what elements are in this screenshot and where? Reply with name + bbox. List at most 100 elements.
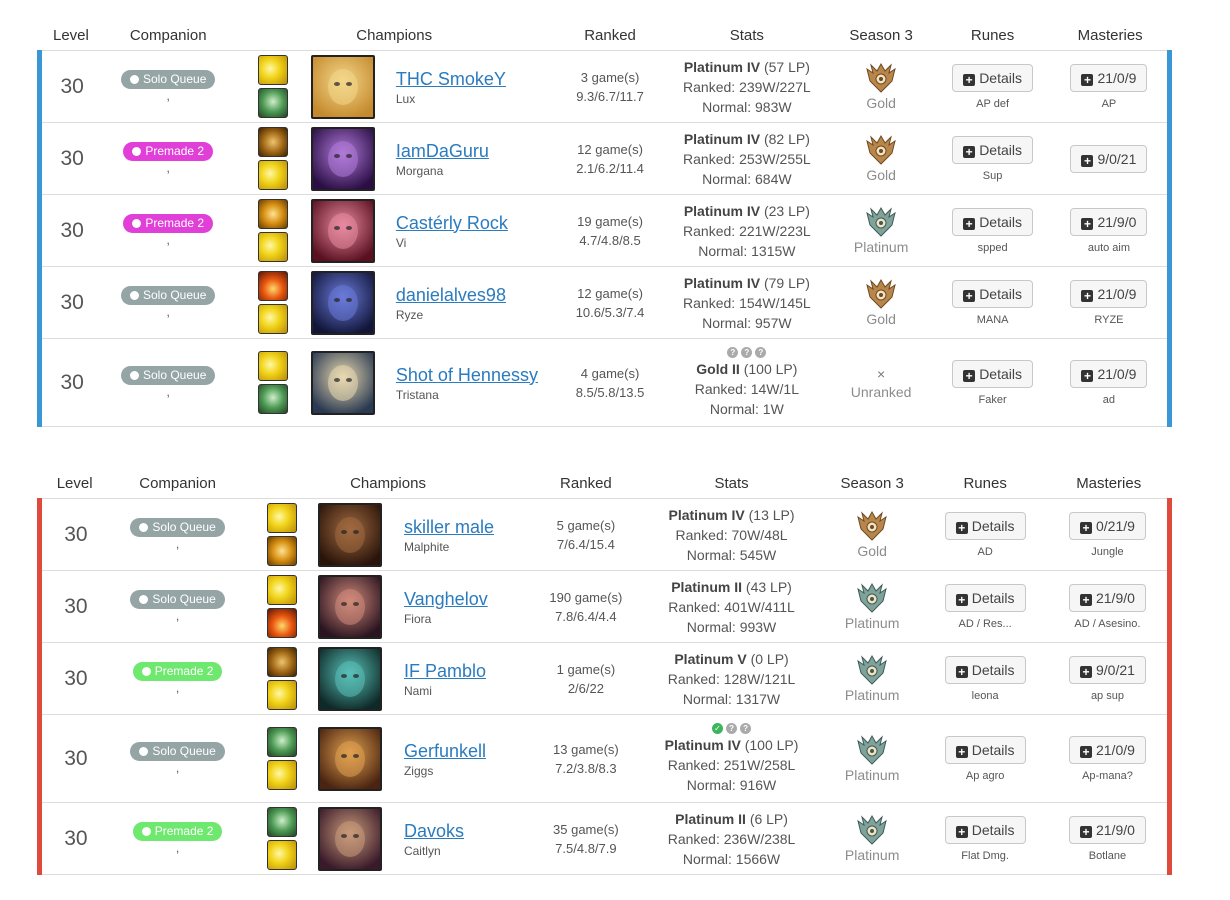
champion-portrait[interactable] (317, 502, 382, 567)
spells-cell (245, 571, 317, 643)
flash-icon[interactable] (257, 55, 288, 85)
mastery-details-button[interactable]: +21/0/9 (1068, 735, 1146, 764)
platinum-medal-icon (822, 654, 922, 685)
ignite-icon[interactable] (266, 608, 297, 638)
champion-portrait[interactable] (311, 54, 376, 119)
flash-icon[interactable] (257, 160, 288, 190)
flash-icon[interactable] (266, 680, 297, 710)
tier-name: Platinum IV (683, 130, 761, 147)
rune-details-button[interactable]: + Details (952, 135, 1033, 164)
companion-detail: , (166, 232, 170, 247)
ignite-icon[interactable] (257, 271, 288, 301)
group-icon (141, 827, 151, 836)
season-cell: Platinum (822, 571, 922, 643)
queue-label: Solo Queue (143, 72, 207, 86)
portrait-cell (317, 499, 382, 571)
champion-portrait[interactable] (311, 350, 376, 415)
flash-icon[interactable] (257, 304, 288, 334)
flash-icon[interactable] (257, 351, 288, 381)
summoner-name-link[interactable]: Davoks (404, 820, 531, 842)
ranked-cell: 5 game(s) 7/6.4/15.4 (531, 499, 641, 571)
teleport-icon[interactable] (257, 127, 288, 157)
champion-portrait[interactable] (317, 646, 382, 711)
summoner-name-link[interactable]: THC SmokeY (396, 68, 554, 90)
summoner-name-link[interactable]: IF Pamblo (404, 660, 531, 682)
mastery-details-button[interactable]: +21/9/0 (1068, 815, 1146, 844)
champion-portrait[interactable] (317, 806, 382, 871)
rune-details-button[interactable]: + Details (944, 735, 1026, 764)
rune-details-button[interactable]: + Details (944, 655, 1026, 684)
champion-portrait[interactable] (311, 198, 376, 263)
mastery-details-button[interactable]: +21/0/9 (1070, 63, 1148, 92)
champion-portrait[interactable] (311, 126, 376, 191)
companion-cell: Solo Queue, (102, 51, 234, 123)
rune-details-button[interactable]: + Details (944, 583, 1026, 612)
champion-portrait[interactable] (317, 574, 382, 639)
queue-label: Premade 2 (145, 144, 205, 158)
summoner-name-link[interactable]: danielalves98 (396, 284, 554, 306)
masteries-cell: +21/0/9 RYZE (1050, 266, 1172, 339)
rune-details-button[interactable]: + Details (952, 63, 1033, 92)
summoner-spells (245, 503, 317, 566)
rune-details-button[interactable]: + Details (944, 511, 1026, 540)
kda: 4.7/4.8/8.5 (579, 232, 641, 248)
mastery-page-name: ap sup (1090, 689, 1124, 702)
tier-name: Platinum II (675, 810, 746, 827)
summoner-name-link[interactable]: Castérly Rock (396, 212, 554, 234)
spells-cell (245, 499, 317, 571)
summoner-name-link[interactable]: Vanghelov (404, 588, 531, 610)
rune-details-button[interactable]: + Details (952, 359, 1033, 388)
rune-details-button[interactable]: + Details (952, 207, 1033, 236)
rune-page-name: AD / Res... (958, 617, 1012, 630)
mastery-build: 9/0/21 (1095, 661, 1135, 678)
flash-icon[interactable] (266, 760, 297, 790)
summoner-name-link[interactable]: IamDaGuru (396, 140, 554, 162)
rune-details-button[interactable]: + Details (944, 815, 1026, 844)
plus-icon: + (963, 289, 976, 302)
player-row: 30 Solo Queue, skiller male Malphite 5 game(… (36, 498, 1172, 571)
ghost-icon[interactable] (257, 88, 288, 118)
flash-icon[interactable] (266, 575, 297, 605)
ghost-icon[interactable] (257, 384, 288, 414)
summoner-name-link[interactable]: Shot of Hennessy (396, 364, 554, 386)
companion-cell: Premade 2, (102, 123, 234, 195)
flash-icon[interactable] (266, 503, 297, 533)
ghost-icon[interactable] (266, 727, 297, 757)
plus-icon: + (955, 521, 968, 534)
summoner-name-link[interactable]: skiller male (404, 516, 531, 538)
rune-details-button[interactable]: + Details (952, 279, 1033, 308)
rune-page-name: Sup (982, 169, 1003, 182)
ghost-icon[interactable] (266, 807, 297, 837)
mastery-details-button[interactable]: +9/0/21 (1070, 144, 1148, 173)
mastery-details-button[interactable]: +21/0/9 (1070, 279, 1148, 308)
masteries-cell: +0/21/9 Jungle (1047, 498, 1172, 571)
rune-page-name: AP def (976, 97, 1009, 110)
champion-portrait[interactable] (311, 270, 376, 335)
ranked-record: Ranked: 154W/145L (683, 294, 811, 311)
companion-detail: , (175, 608, 180, 623)
mastery-details-button[interactable]: +0/21/9 (1068, 511, 1146, 540)
user-icon (130, 371, 139, 380)
companion-detail: , (166, 160, 170, 175)
player-row: 30 Premade 2, IF Pamblo Nami 1 game(s) 2/6/22… (36, 642, 1172, 715)
level-cell: 30 (37, 50, 103, 123)
flash-icon[interactable] (257, 232, 288, 262)
kda: 10.6/5.3/7.4 (575, 304, 645, 320)
queue-label: Premade 2 (154, 824, 214, 838)
summoner-level: 30 (64, 522, 88, 546)
mastery-details-button[interactable]: +9/0/21 (1068, 655, 1146, 684)
mastery-details-button[interactable]: +21/9/0 (1070, 207, 1148, 236)
mastery-details-button[interactable]: +21/9/0 (1068, 583, 1146, 612)
exhaust-icon[interactable] (266, 536, 297, 566)
plus-icon: + (955, 593, 968, 606)
summoner-name-link[interactable]: Gerfunkell (404, 740, 531, 762)
exhaust-icon[interactable] (257, 199, 288, 229)
flash-icon[interactable] (266, 840, 297, 870)
masteries-cell: +21/9/0 auto aim (1050, 194, 1172, 267)
teleport-icon[interactable] (266, 647, 297, 677)
mastery-build: 9/0/21 (1097, 150, 1137, 167)
champion-portrait[interactable] (317, 726, 382, 791)
companion-cell: Solo Queue, (110, 715, 246, 803)
mastery-details-button[interactable]: +21/0/9 (1070, 359, 1148, 388)
masteries-cell: +21/0/9 ad (1050, 338, 1172, 427)
